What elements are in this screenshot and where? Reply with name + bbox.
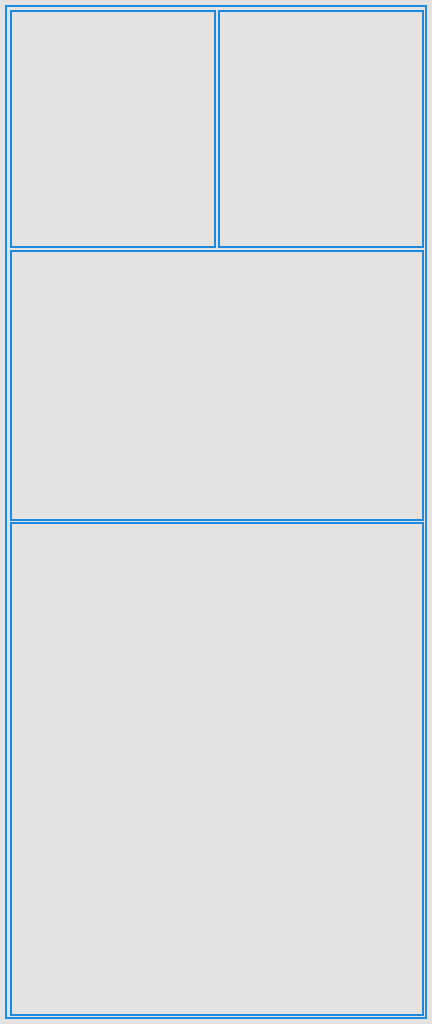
middle-pane <box>10 250 424 521</box>
bottom-pane <box>10 522 424 1016</box>
top-left-pane <box>10 10 216 248</box>
app-frame <box>5 5 427 1019</box>
top-right-pane <box>218 10 424 248</box>
